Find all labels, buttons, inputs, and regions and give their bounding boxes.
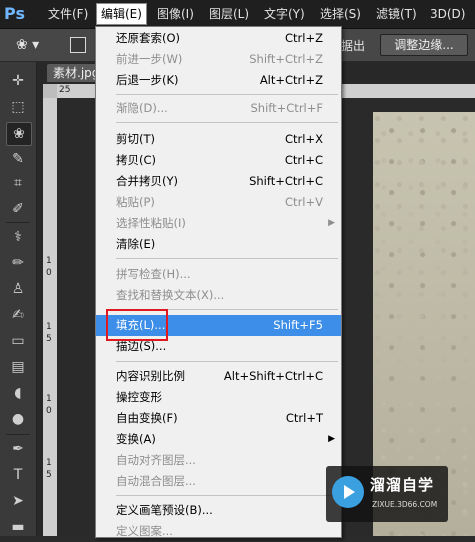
menu-define-pattern[interactable]: 定义图案... bbox=[96, 521, 341, 542]
options-partial-label: 据出 bbox=[341, 39, 366, 53]
lasso-preset-icon[interactable]: ❀ ▾ bbox=[16, 35, 46, 55]
ruler-tick: 5 bbox=[46, 470, 52, 480]
watermark: 溜溜自学 ZIXUE.3D66.COM bbox=[326, 466, 448, 522]
path-selection-tool-icon[interactable]: ➤ bbox=[6, 490, 30, 512]
refine-edge-button[interactable]: 调整边缘... bbox=[380, 34, 468, 56]
menu-cut[interactable]: 剪切(T) Ctrl+X bbox=[96, 129, 341, 150]
menu-filter[interactable]: 滤镜(T) bbox=[372, 4, 421, 24]
watermark-url: ZIXUE.3D66.COM bbox=[372, 500, 438, 509]
menu-auto-align-layers[interactable]: 自动对齐图层... bbox=[96, 450, 341, 471]
lasso-tool-icon[interactable]: ❀ bbox=[6, 122, 32, 146]
menu-fill[interactable]: 填充(L)... Shift+F5 bbox=[96, 315, 341, 336]
edit-menu-dropdown: 还原套索(O) Ctrl+Z 前进一步(W) Shift+Ctrl+Z 后退一步(K… bbox=[95, 26, 342, 538]
blur-tool-icon[interactable]: ◖ bbox=[6, 382, 30, 404]
menu-paste[interactable]: 粘贴(P) Ctrl+V bbox=[96, 192, 341, 213]
menu-step-forward[interactable]: 前进一步(W) Shift+Ctrl+Z bbox=[96, 49, 341, 70]
submenu-arrow-icon: ▶ bbox=[328, 218, 335, 228]
menu-layer[interactable]: 图层(L) bbox=[205, 4, 253, 24]
ruler-tick: 1 bbox=[46, 256, 52, 266]
clone-stamp-tool-icon[interactable]: ♙ bbox=[6, 278, 30, 300]
ruler-tick: 1 bbox=[46, 322, 52, 332]
watermark-brand: 溜溜自学 bbox=[370, 476, 435, 494]
photoshop-logo: Ps bbox=[4, 4, 25, 23]
menu-undo-lasso[interactable]: 还原套索(O) Ctrl+Z bbox=[96, 28, 341, 49]
ruler-tick: 0 bbox=[46, 406, 52, 416]
ruler-vertical: 1 0 1 5 1 0 1 5 bbox=[43, 98, 57, 536]
ruler-tick: 5 bbox=[46, 334, 52, 344]
menu-define-brush-preset[interactable]: 定义画笔预设(B)... bbox=[96, 500, 341, 521]
play-logo-icon bbox=[332, 476, 364, 508]
marquee-tool-icon[interactable]: ⬚ bbox=[6, 96, 30, 118]
crop-tool-icon[interactable]: ⌗ bbox=[6, 172, 30, 194]
submenu-arrow-icon: ▶ bbox=[328, 434, 335, 444]
menu-stroke[interactable]: 描边(S)... bbox=[96, 336, 341, 357]
dodge-tool-icon[interactable]: ● bbox=[6, 408, 30, 430]
menu-clear[interactable]: 清除(E) bbox=[96, 234, 341, 255]
menu-puppet-warp[interactable]: 操控变形 bbox=[96, 387, 341, 408]
menu-copy[interactable]: 拷贝(C) Ctrl+C bbox=[96, 150, 341, 171]
eyedropper-tool-icon[interactable]: ✐ bbox=[6, 198, 30, 220]
ruler-tick: 25 bbox=[59, 85, 71, 95]
menu-type[interactable]: 文字(Y) bbox=[260, 4, 309, 24]
menu-check-spelling[interactable]: 拼写检查(H)... bbox=[96, 264, 341, 285]
brush-tool-icon[interactable]: ✏ bbox=[6, 252, 30, 274]
menu-content-aware-scale[interactable]: 内容识别比例 Alt+Shift+Ctrl+C bbox=[96, 366, 341, 387]
menu-find-replace-text[interactable]: 查找和替换文本(X)... bbox=[96, 285, 341, 306]
menu-transform[interactable]: 变换(A) ▶ bbox=[96, 429, 341, 450]
pen-tool-icon[interactable]: ✒ bbox=[6, 438, 30, 460]
ruler-tick: 1 bbox=[46, 394, 52, 404]
history-brush-tool-icon[interactable]: ✍ bbox=[6, 304, 30, 326]
menu-edit[interactable]: 编辑(E) bbox=[96, 3, 147, 25]
menu-auto-blend-layers[interactable]: 自动混合图层... bbox=[96, 471, 341, 492]
gradient-tool-icon[interactable]: ▤ bbox=[6, 356, 30, 378]
menu-image[interactable]: 图像(I) bbox=[153, 4, 198, 24]
type-tool-icon[interactable]: T bbox=[6, 464, 30, 486]
menu-3d[interactable]: 3D(D) bbox=[426, 4, 469, 24]
menu-copy-merged[interactable]: 合并拷贝(Y) Shift+Ctrl+C bbox=[96, 171, 341, 192]
menu-fade[interactable]: 渐隐(D)... Shift+Ctrl+F bbox=[96, 98, 341, 119]
shape-tool-icon[interactable]: ▬ bbox=[6, 516, 30, 535]
menu-paste-special[interactable]: 选择性粘贴(I) ▶ bbox=[96, 213, 341, 234]
menu-file[interactable]: 文件(F) bbox=[44, 4, 92, 24]
move-tool-icon[interactable]: ✛ bbox=[6, 70, 30, 92]
eraser-tool-icon[interactable]: ▭ bbox=[6, 330, 30, 352]
quick-selection-tool-icon[interactable]: ✎ bbox=[6, 148, 30, 170]
ruler-tick: 0 bbox=[46, 268, 52, 278]
ruler-corner bbox=[43, 84, 57, 98]
healing-brush-tool-icon[interactable]: ⚕ bbox=[6, 226, 30, 248]
menu-free-transform[interactable]: 自由变换(F) Ctrl+T bbox=[96, 408, 341, 429]
menu-bar: Ps 文件(F) 编辑(E) 图像(I) 图层(L) 文字(Y) 选择(S) 滤… bbox=[0, 0, 475, 29]
ruler-tick: 1 bbox=[46, 458, 52, 468]
new-selection-icon[interactable] bbox=[70, 37, 86, 53]
menu-select[interactable]: 选择(S) bbox=[316, 4, 365, 24]
menu-step-backward[interactable]: 后退一步(K) Alt+Ctrl+Z bbox=[96, 70, 341, 91]
tools-panel: ✛ ⬚ ❀ ✎ ⌗ ✐ ⚕ ✏ ♙ ✍ ▭ ▤ ◖ ● ✒ T ➤ ▬ bbox=[0, 62, 37, 536]
